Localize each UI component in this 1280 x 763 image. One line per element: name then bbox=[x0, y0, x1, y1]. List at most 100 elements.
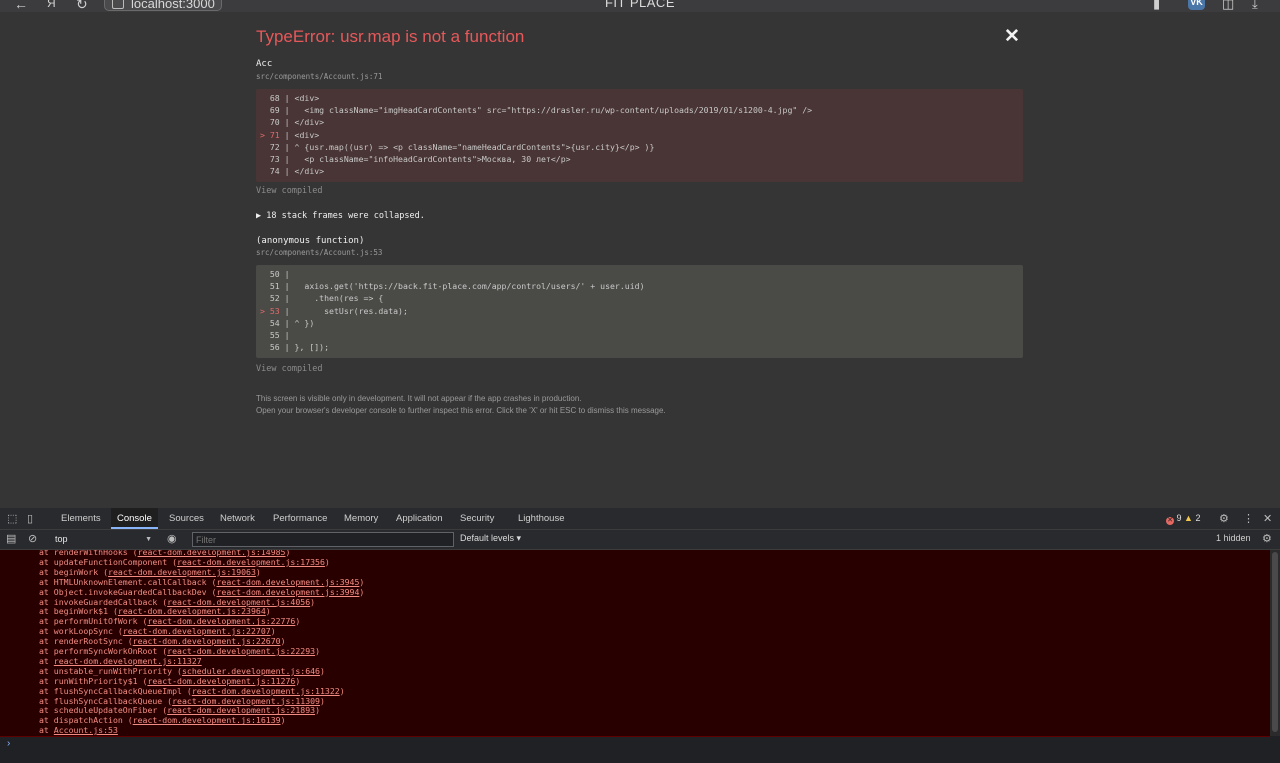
line-separator: | bbox=[279, 141, 295, 152]
line-marker bbox=[260, 117, 265, 127]
tab-elements[interactable]: Elements bbox=[61, 508, 101, 529]
line-number: 52 bbox=[269, 293, 280, 304]
gear-icon[interactable]: ⚙ bbox=[1219, 512, 1229, 525]
tab-application[interactable]: Application bbox=[396, 508, 442, 529]
code-line: 50 | bbox=[260, 269, 295, 279]
source-link[interactable]: scheduler.development.js:646 bbox=[182, 666, 320, 676]
page-title: FIT PLACE bbox=[604, 0, 675, 10]
stack-frame: at runWithPriority$1 (react-dom.developm… bbox=[39, 675, 301, 686]
stack-function: at beginWork$1 bbox=[39, 606, 113, 617]
stack-frame: at beginWork (react-dom.development.js:1… bbox=[39, 566, 261, 577]
more-options-icon[interactable]: ⋮ bbox=[1243, 512, 1254, 525]
warning-icon: ▲ bbox=[1184, 513, 1193, 523]
source-link[interactable]: react-dom.development.js:11309 bbox=[172, 696, 320, 706]
context-value: top bbox=[55, 534, 68, 544]
context-select[interactable]: top ▼ bbox=[49, 532, 156, 547]
line-code: ^ {usr.map((usr) => <p className="nameHe… bbox=[294, 141, 655, 152]
line-number: 51 bbox=[269, 281, 280, 292]
tab-performance[interactable]: Performance bbox=[273, 508, 327, 529]
code-line: 56 | }, []); bbox=[260, 342, 329, 352]
tab-security[interactable]: Security bbox=[460, 508, 494, 529]
collapsed-frames-toggle[interactable]: ▶ 18 stack frames were collapsed. bbox=[256, 211, 425, 221]
line-marker bbox=[260, 293, 265, 303]
device-toolbar-icon[interactable]: ▯ bbox=[27, 512, 33, 525]
console-settings-icon[interactable]: ⚙ bbox=[1262, 532, 1272, 545]
close-devtools-icon[interactable]: ✕ bbox=[1263, 512, 1272, 525]
line-number: 74 bbox=[269, 166, 280, 177]
source-link[interactable]: react-dom.development.js:3994 bbox=[216, 587, 359, 597]
source-link[interactable]: react-dom.development.js:11276 bbox=[147, 676, 295, 686]
devtools-tab-bar: ⬚ ▯ Elements Console Sources Network Per… bbox=[0, 508, 1280, 530]
code-line: 73 | <p className="infoHeadCardContents"… bbox=[260, 154, 571, 164]
line-number: 72 bbox=[269, 141, 280, 152]
view-compiled-link-1[interactable]: View compiled bbox=[256, 186, 323, 196]
sidebar-toggle-icon[interactable]: ▤ bbox=[6, 532, 16, 545]
source-link[interactable]: react-dom.development.js:3945 bbox=[216, 577, 359, 587]
tab-network[interactable]: Network bbox=[220, 508, 255, 529]
source-link[interactable]: react-dom.development.js:16139 bbox=[133, 715, 281, 725]
code-line: 51 | axios.get('https://back.fit-place.c… bbox=[260, 281, 645, 291]
view-compiled-link-2[interactable]: View compiled bbox=[256, 364, 323, 374]
source-link[interactable]: react-dom.development.js:22707 bbox=[123, 626, 271, 636]
console-error-message: at renderWithHooks (react-dom.developmen… bbox=[0, 550, 1270, 737]
stack-frame: at renderRootSync (react-dom.development… bbox=[39, 636, 286, 647]
tab-console[interactable]: Console bbox=[111, 508, 158, 529]
browser-toolbar: ← Я ↻ localhost:3000 FIT PLACE ▮ VK ◫ ⤓ bbox=[0, 0, 1280, 12]
issue-counter[interactable]: ✕ 9 ▲ 2 bbox=[1166, 513, 1201, 525]
error-title: TypeError: usr.map is not a function bbox=[256, 27, 525, 46]
stack-frame: at dispatchAction (react-dom.development… bbox=[39, 715, 286, 726]
tab-memory[interactable]: Memory bbox=[344, 508, 378, 529]
line-number: 73 bbox=[269, 154, 280, 164]
line-separator: | bbox=[279, 117, 295, 128]
code-line: 52 | .then(res => { bbox=[260, 293, 383, 303]
source-link[interactable]: react-dom.development.js:11322 bbox=[192, 686, 340, 696]
source-link[interactable]: react-dom.development.js:17356 bbox=[177, 557, 325, 567]
bookmark-icon[interactable]: ▮ bbox=[1153, 0, 1160, 12]
eye-icon[interactable]: ◉ bbox=[167, 532, 177, 545]
line-separator: | bbox=[279, 330, 295, 340]
source-link[interactable]: Account.js:53 bbox=[54, 725, 118, 735]
devtools-panel: ⬚ ▯ Elements Console Sources Network Per… bbox=[0, 508, 1280, 763]
stack-function: at unstable_runWithPriority bbox=[39, 665, 178, 676]
code-snippet-1: 68 | <div> 69 | <img className="imgHeadC… bbox=[256, 89, 1023, 182]
filter-input[interactable] bbox=[192, 532, 454, 547]
line-code: axios.get('https://back.fit-place.com/ap… bbox=[294, 281, 645, 292]
source-link[interactable]: react-dom.development.js:21893 bbox=[167, 705, 315, 715]
scrollbar-thumb[interactable] bbox=[1272, 552, 1278, 732]
clear-console-icon[interactable]: ⊘ bbox=[28, 532, 37, 545]
tab-lighthouse[interactable]: Lighthouse bbox=[518, 508, 564, 529]
line-marker bbox=[260, 142, 265, 152]
stack-frame: at HTMLUnknownElement.callCallback (reac… bbox=[39, 576, 365, 587]
tab-sources[interactable]: Sources bbox=[169, 508, 204, 529]
source-link[interactable]: react-dom.development.js:23964 bbox=[118, 606, 266, 616]
stack-frame: at performUnitOfWork (react-dom.developm… bbox=[39, 616, 301, 627]
source-link[interactable]: react-dom.development.js:4056 bbox=[167, 597, 310, 607]
inspect-element-icon[interactable]: ⬚ bbox=[7, 512, 17, 525]
line-code: </div> bbox=[294, 117, 325, 128]
stack-frame: at flushSyncCallbackQueue (react-dom.dev… bbox=[39, 695, 325, 706]
line-marker bbox=[260, 318, 265, 328]
levels-dropdown[interactable]: Default levels ▾ bbox=[460, 533, 521, 544]
console-scrollbar[interactable] bbox=[1270, 550, 1280, 736]
dev-note-line-1: This screen is visible only in developme… bbox=[256, 394, 582, 403]
source-link[interactable]: react-dom.development.js:11327 bbox=[54, 656, 202, 666]
chevron-down-icon: ▼ bbox=[145, 536, 152, 543]
line-separator: | bbox=[279, 166, 295, 177]
line-number: 56 bbox=[269, 342, 280, 353]
stack-function: at workLoopSync bbox=[39, 626, 118, 637]
close-icon[interactable]: ✕ bbox=[1004, 25, 1020, 48]
stack-function: at performUnitOfWork bbox=[39, 616, 143, 627]
source-link[interactable]: react-dom.development.js:22670 bbox=[133, 636, 281, 646]
warning-count: 2 bbox=[1195, 513, 1201, 523]
error-count: 9 bbox=[1176, 513, 1182, 523]
line-code: setUsr(res.data); bbox=[294, 305, 408, 316]
extensions-icon[interactable]: ◫ bbox=[1222, 0, 1234, 12]
console-prompt-icon[interactable]: › bbox=[7, 738, 10, 749]
frame-2-file: src/components/Account.js:53 bbox=[256, 248, 383, 257]
line-code: .then(res => { bbox=[294, 293, 384, 304]
source-link[interactable]: react-dom.development.js:19063 bbox=[108, 567, 256, 577]
vk-extension-icon[interactable]: VK bbox=[1188, 0, 1205, 10]
source-link[interactable]: react-dom.development.js:22293 bbox=[167, 646, 315, 656]
download-icon[interactable]: ⤓ bbox=[1252, 0, 1258, 12]
source-link[interactable]: react-dom.development.js:22776 bbox=[147, 616, 295, 626]
